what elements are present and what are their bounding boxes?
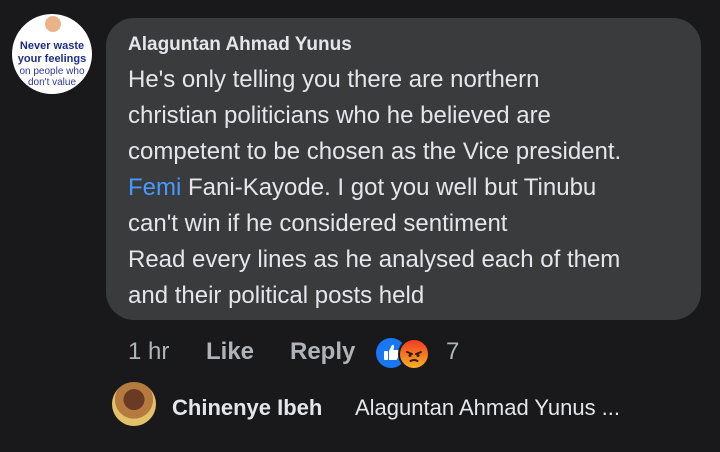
like-button[interactable]: Like [206, 338, 254, 366]
comment-text-line: competent to be chosen as the Vice presi… [128, 138, 622, 165]
reply-author-avatar[interactable] [112, 382, 156, 426]
comment-thread: Never waste your feelings on people who … [0, 0, 720, 452]
avatar-figure [45, 16, 61, 32]
comment-text-line: He's only telling you there are northern [128, 66, 540, 93]
commenter-avatar[interactable]: Never waste your feelings on people who … [12, 14, 92, 94]
angry-reaction-icon [398, 338, 430, 370]
avatar-text-line: on people who [19, 66, 85, 77]
reaction-count: 7 [446, 338, 460, 365]
avatar-text-line: Never waste [19, 40, 85, 52]
comment-text-line: christian politicians who he believed ar… [128, 102, 551, 129]
reply-snippet: Alaguntan Ahmad Yunus ... [355, 395, 621, 420]
comment-text-line: can't win if he considered sentiment [128, 210, 508, 237]
timestamp[interactable]: 1 hr [128, 338, 169, 366]
comment-text-fragment: Fani-Kayode. I got you well but Tinubu [181, 174, 597, 201]
reply-author[interactable]: Chinenye Ibeh [172, 395, 322, 421]
reply-button[interactable]: Reply [290, 338, 355, 366]
comment-body: He's only telling you there are northern… [128, 62, 693, 314]
comment-text-line: Read every lines as he analysed each of … [128, 246, 621, 273]
comment-text-line: and their political posts held [128, 282, 425, 309]
comment-author[interactable]: Alaguntan Ahmad Yunus [128, 34, 352, 56]
avatar-text-line: your feelings [17, 53, 87, 65]
avatar-text-line: don't value [27, 77, 77, 88]
reply-preview[interactable]: Chinenye Ibeh Alaguntan Ahmad Yunus ... [112, 382, 712, 428]
reactions-summary[interactable]: 7 [374, 336, 459, 370]
comment-text-line: Femi Fani-Kayode. I got you well but Tin… [128, 170, 693, 206]
mention-link[interactable]: Femi [128, 174, 181, 201]
